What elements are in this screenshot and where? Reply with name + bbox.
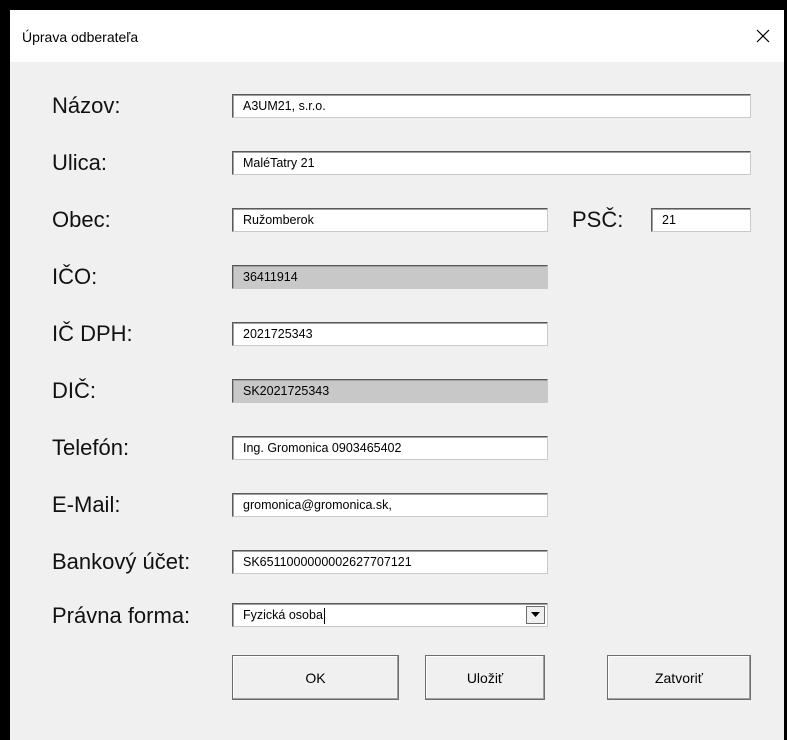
- chevron-down-icon: [531, 612, 540, 617]
- dic-field: SK2021725343: [232, 379, 548, 403]
- email-field[interactable]: gromonica@gromonica.sk,: [232, 493, 548, 517]
- telefon-field[interactable]: Ing. Gromonica 0903465402: [232, 436, 548, 460]
- obec-field[interactable]: Ružomberok: [232, 208, 548, 232]
- dialog-title: Úprava odberateľa: [22, 29, 139, 45]
- bankovy-ucet-field[interactable]: SK6511000000002627707121: [232, 550, 548, 574]
- close-icon: [756, 29, 770, 43]
- nazov-field[interactable]: A3UM21, s.r.o.: [232, 94, 751, 118]
- window-frame-top: [0, 0, 787, 10]
- bankovy-ucet-label: Bankový účet:: [52, 549, 191, 574]
- window-frame-left: [0, 0, 10, 740]
- ulica-label: Ulica:: [52, 150, 108, 175]
- title-bar[interactable]: Úprava odberateľa: [10, 10, 784, 62]
- psc-label: PSČ:: [572, 207, 624, 232]
- edit-customer-dialog: Úprava odberateľa: [10, 10, 784, 740]
- zatvorit-button[interactable]: Zatvoriť: [607, 655, 751, 700]
- ulozit-button[interactable]: Uložiť: [425, 655, 545, 700]
- pravna-forma-dropdown-button[interactable]: [526, 606, 545, 624]
- ulica-field[interactable]: MaléTatry 21: [232, 151, 751, 175]
- close-button[interactable]: [748, 18, 778, 54]
- ico-field: 36411914: [232, 265, 548, 289]
- dic-label: DIČ:: [52, 378, 96, 403]
- text-caret: [323, 607, 325, 624]
- pravna-forma-value: Fyzická osoba: [243, 608, 323, 622]
- ic-dph-field[interactable]: 2021725343: [232, 322, 548, 346]
- pravna-forma-select[interactable]: Fyzická osoba: [232, 603, 548, 627]
- pravna-forma-label: Právna forma:: [52, 603, 191, 628]
- ico-label: IČO:: [52, 264, 98, 289]
- obec-label: Obec:: [52, 207, 111, 232]
- psc-field[interactable]: 21: [651, 208, 751, 232]
- ok-button[interactable]: OK: [232, 655, 399, 700]
- telefon-label: Telefón:: [52, 435, 130, 460]
- nazov-label: Názov:: [52, 93, 121, 118]
- ic-dph-label: IČ DPH:: [52, 321, 133, 346]
- email-label: E-Mail:: [52, 492, 121, 517]
